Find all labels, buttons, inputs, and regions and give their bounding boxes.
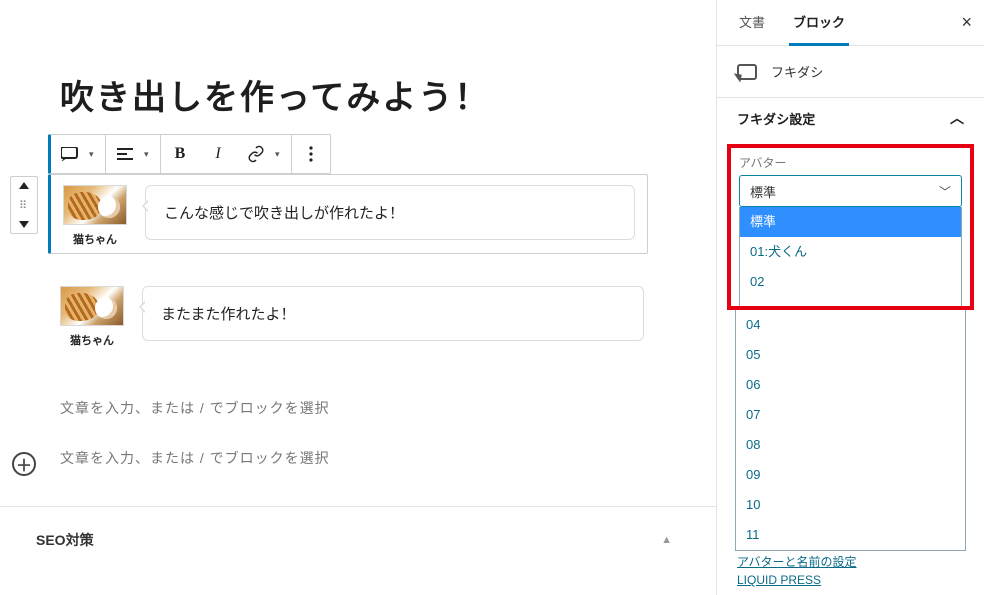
block-card: フキダシ	[717, 46, 984, 97]
dropdown-option[interactable]: 09	[736, 460, 965, 490]
speech-block[interactable]: 猫ちゃん またまた作れたよ！	[60, 286, 644, 348]
seo-panel-title: SEO対策	[36, 530, 94, 550]
chevron-down-icon[interactable]: ▾	[89, 149, 105, 160]
seo-panel-toggle[interactable]: SEO対策 ▲	[36, 530, 672, 550]
highlight-annotation: アバター 標準 ﹀ 標準 01:犬くん 02 03	[727, 144, 974, 310]
panel-fukidashi-settings[interactable]: フキダシ設定 ︿	[717, 97, 984, 138]
chevron-down-icon[interactable]: ▾	[275, 149, 291, 160]
move-down-button[interactable]	[11, 215, 37, 233]
chevron-down-icon: ﹀	[939, 183, 951, 200]
dropdown-option[interactable]: 01:犬くん	[740, 237, 961, 267]
speech-block-selected[interactable]: 猫ちゃん こんな感じで吹き出しが作れたよ！	[48, 174, 648, 254]
dropdown-option[interactable]: 07	[736, 400, 965, 430]
add-block-button[interactable]: ＋	[12, 452, 36, 476]
move-up-button[interactable]	[11, 177, 37, 195]
avatar-dropdown-continued: 04 05 06 07 08 09 10 11	[735, 310, 966, 551]
dropdown-option[interactable]: 10	[736, 490, 965, 520]
avatar-image	[63, 185, 127, 225]
link-liquid-press[interactable]: LIQUID PRESS	[737, 571, 964, 589]
avatar-select-value: 標準	[750, 182, 776, 201]
link-button[interactable]	[237, 135, 275, 173]
editor-canvas: 吹き出しを作ってみよう！ ⠿ ▾ ▾ B I	[0, 0, 716, 595]
italic-button[interactable]: I	[199, 135, 237, 173]
settings-sidebar: 文書 ブロック × フキダシ フキダシ設定 ︿ アバター 標準 ﹀ 標準 01:…	[716, 0, 984, 595]
triangle-up-icon: ▲	[661, 534, 672, 546]
speech-bubble[interactable]: こんな感じで吹き出しが作れたよ！	[145, 185, 635, 240]
avatar-name: 猫ちゃん	[60, 332, 124, 348]
chevron-up-icon: ︿	[950, 108, 964, 128]
avatar-field-label: アバター	[739, 154, 962, 171]
post-title[interactable]: 吹き出しを作ってみよう！	[60, 70, 716, 119]
block-type-button[interactable]	[51, 135, 89, 173]
paragraph-placeholder[interactable]: 文章を入力、または / でブロックを選択	[60, 398, 644, 418]
speech-bubble[interactable]: またまた作れたよ！	[142, 286, 644, 341]
dropdown-option[interactable]: 03	[740, 297, 961, 310]
dropdown-option[interactable]: 標準	[740, 207, 961, 237]
avatar[interactable]: 猫ちゃん	[63, 185, 127, 247]
dropdown-option[interactable]: 04	[736, 310, 965, 340]
avatar-name: 猫ちゃん	[63, 231, 127, 247]
panel-title: フキダシ設定	[737, 109, 815, 128]
avatar-dropdown: 標準 01:犬くん 02 03	[739, 207, 962, 310]
dropdown-option[interactable]: 11	[736, 520, 965, 550]
sidebar-tabs: 文書 ブロック ×	[717, 0, 984, 46]
tab-block[interactable]: ブロック	[789, 0, 849, 46]
block-mover: ⠿	[10, 176, 38, 234]
divider	[0, 506, 716, 507]
link-avatar-settings[interactable]: アバターと名前の設定	[737, 553, 964, 571]
close-sidebar-button[interactable]: ×	[961, 12, 972, 33]
avatar-image	[60, 286, 124, 326]
align-button[interactable]	[106, 135, 144, 173]
chevron-down-icon[interactable]: ▾	[144, 149, 160, 160]
avatar[interactable]: 猫ちゃん	[60, 286, 124, 348]
drag-handle-icon[interactable]: ⠿	[19, 195, 29, 215]
sidebar-links: アバターと名前の設定 LIQUID PRESS	[717, 551, 984, 591]
dropdown-option[interactable]: 05	[736, 340, 965, 370]
block-name-label: フキダシ	[771, 62, 823, 81]
bold-button[interactable]: B	[161, 135, 199, 173]
avatar-select[interactable]: 標準 ﹀	[739, 175, 962, 207]
tab-document[interactable]: 文書	[735, 0, 769, 46]
block-toolbar: ▾ ▾ B I ▾	[48, 134, 331, 174]
dropdown-option[interactable]: 02	[740, 267, 961, 297]
default-block-appender[interactable]: 文章を入力、または / でブロックを選択	[60, 448, 644, 468]
dropdown-option[interactable]: 06	[736, 370, 965, 400]
more-options-button[interactable]	[292, 135, 330, 173]
speech-block-icon	[737, 64, 757, 80]
dropdown-option[interactable]: 08	[736, 430, 965, 460]
